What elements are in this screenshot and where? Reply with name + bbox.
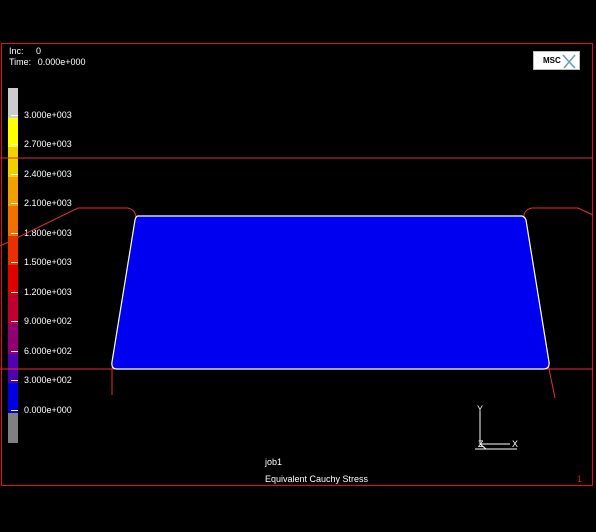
- triad-y-label: Y: [477, 404, 484, 414]
- model-scene: [0, 157, 594, 450]
- triad-x-label: X: [512, 439, 519, 449]
- job-name: job1: [265, 457, 283, 467]
- result-label: Equivalent Cauchy Stress: [265, 474, 369, 484]
- triad-z-label: Z: [478, 439, 484, 449]
- workpiece-mesh[interactable]: [111, 215, 550, 370]
- page-number: 1: [577, 474, 583, 484]
